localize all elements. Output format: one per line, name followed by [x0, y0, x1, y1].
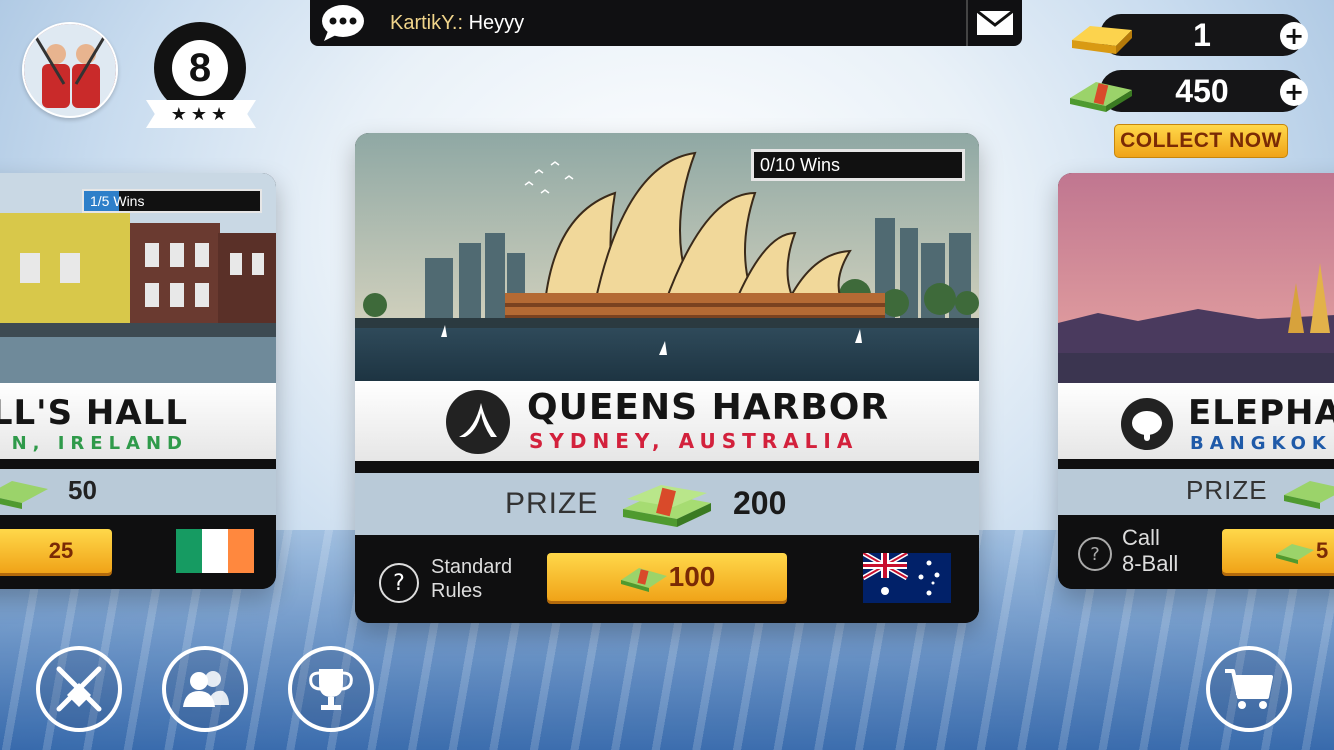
right-help-icon[interactable]: ? [1078, 537, 1112, 571]
chat-last-message: KartikY.: Heyyy [390, 12, 524, 35]
right-rules-text: Call 8-Ball [1122, 525, 1178, 578]
right-scene-image [1058, 173, 1334, 383]
chat-bar[interactable]: KartikY.: Heyyy [310, 0, 1022, 46]
right-venue-name: ELEPHA [1188, 393, 1334, 433]
add-gold-button[interactable]: + [1280, 22, 1308, 50]
main-wins-label: 0/10 Wins [760, 154, 841, 175]
friends-icon [183, 671, 229, 707]
friends-button[interactable] [162, 646, 248, 732]
main-divider [355, 461, 979, 473]
left-entry-button[interactable]: 25 [0, 529, 112, 573]
main-wins-progress: 0/10 Wins [751, 149, 965, 181]
level-stars-ribbon: ★★★ [146, 100, 256, 128]
main-venue-name: QUEENS HARBOR [527, 387, 890, 428]
main-prize-value: 200 [733, 485, 787, 521]
left-title-band: ILL'S HALL N, IRELAND [0, 383, 276, 459]
player-avatar[interactable] [22, 22, 118, 118]
mail-button[interactable] [966, 0, 1022, 46]
left-wins-progress: 1/5 Wins [82, 189, 262, 213]
elephant-logo-icon [1121, 398, 1173, 450]
main-entry-fee: 100 [668, 561, 716, 592]
add-cash-button[interactable]: + [1280, 78, 1308, 106]
gold-bar-icon [1072, 26, 1132, 54]
cash-counter: 450 + [1070, 70, 1308, 112]
ireland-flag-icon [176, 529, 254, 573]
cash-stack-icon [1070, 82, 1132, 112]
main-rules-text: Standard Rules [431, 555, 512, 603]
main-prize-label: PRIZE [505, 487, 599, 520]
main-prize-band: PRIZE 200 [355, 473, 979, 535]
left-footer: 25 [0, 515, 276, 589]
left-prize-band: 50 [0, 469, 276, 515]
left-entry-fee: 25 [48, 538, 74, 563]
venue-card-main[interactable]: 0/10 Wins QUEENS HARBOR SYDNEY, AUSTRALI… [355, 133, 979, 623]
envelope-icon [976, 10, 1014, 35]
gold-counter: 1 + [1072, 14, 1308, 56]
main-title-band: QUEENS HARBOR SYDNEY, AUSTRALIA [355, 381, 979, 461]
chat-message: Heyyy [468, 11, 525, 34]
shark-fin-logo-icon [446, 390, 510, 454]
main-rules-line-1: Standard [431, 556, 513, 578]
trophy-icon [309, 669, 353, 710]
left-prize-value: 50 [68, 475, 97, 505]
left-wins-label: 1/5 Wins [90, 193, 145, 209]
shop-button[interactable] [1206, 646, 1292, 732]
right-prize-label: PRIZE [1186, 475, 1268, 505]
right-rules-line-2: 8-Ball [1122, 551, 1179, 577]
main-prize-cash-icon [623, 485, 711, 527]
main-footer: ? Standard Rules 100 [355, 535, 979, 623]
right-title-band: ELEPHA BANGKOK [1058, 383, 1334, 459]
cart-icon [1225, 669, 1273, 709]
main-entry-cash-icon [620, 568, 667, 592]
collect-now-button[interactable]: COLLECT NOW [1114, 124, 1288, 158]
venue-card-left[interactable]: 1/5 Wins ILL'S HALL N, IRELAND 50 25 [0, 173, 276, 589]
left-prize-cash-icon [0, 481, 48, 509]
chat-bubble-icon[interactable] [320, 0, 366, 46]
chat-username: KartikY.: [390, 11, 463, 34]
cash-amount: 450 [1175, 72, 1229, 109]
right-entry-button[interactable]: 5 [1222, 529, 1334, 573]
crossed-cues-icon [56, 666, 102, 712]
play-cues-button[interactable] [36, 646, 122, 732]
left-venue-city: N, IRELAND [11, 433, 188, 454]
right-venue-city: BANGKOK [1190, 433, 1332, 454]
right-entry-fee: 5 [1316, 538, 1329, 563]
left-venue-name: ILL'S HALL [0, 393, 188, 433]
level-number: 8 [172, 40, 228, 96]
right-prize-cash-icon [1284, 481, 1334, 509]
main-rules-line-2: Rules [431, 580, 483, 602]
main-venue-city: SYDNEY, AUSTRALIA [529, 429, 859, 453]
right-entry-cash-icon [1276, 544, 1314, 564]
gold-amount: 1 [1193, 16, 1211, 53]
main-entry-button[interactable]: 100 [547, 553, 787, 601]
main-help-icon[interactable]: ? [379, 563, 419, 603]
right-rules-line-1: Call [1122, 525, 1160, 550]
leaderboard-button[interactable] [288, 646, 374, 732]
right-footer: ? Call 8-Ball 5 [1058, 515, 1334, 589]
venue-card-right[interactable]: ELEPHA BANGKOK PRIZE ? Call 8-Ball 5 [1058, 173, 1334, 589]
australia-flag-icon [863, 553, 951, 603]
right-prize-band: PRIZE [1058, 469, 1334, 515]
